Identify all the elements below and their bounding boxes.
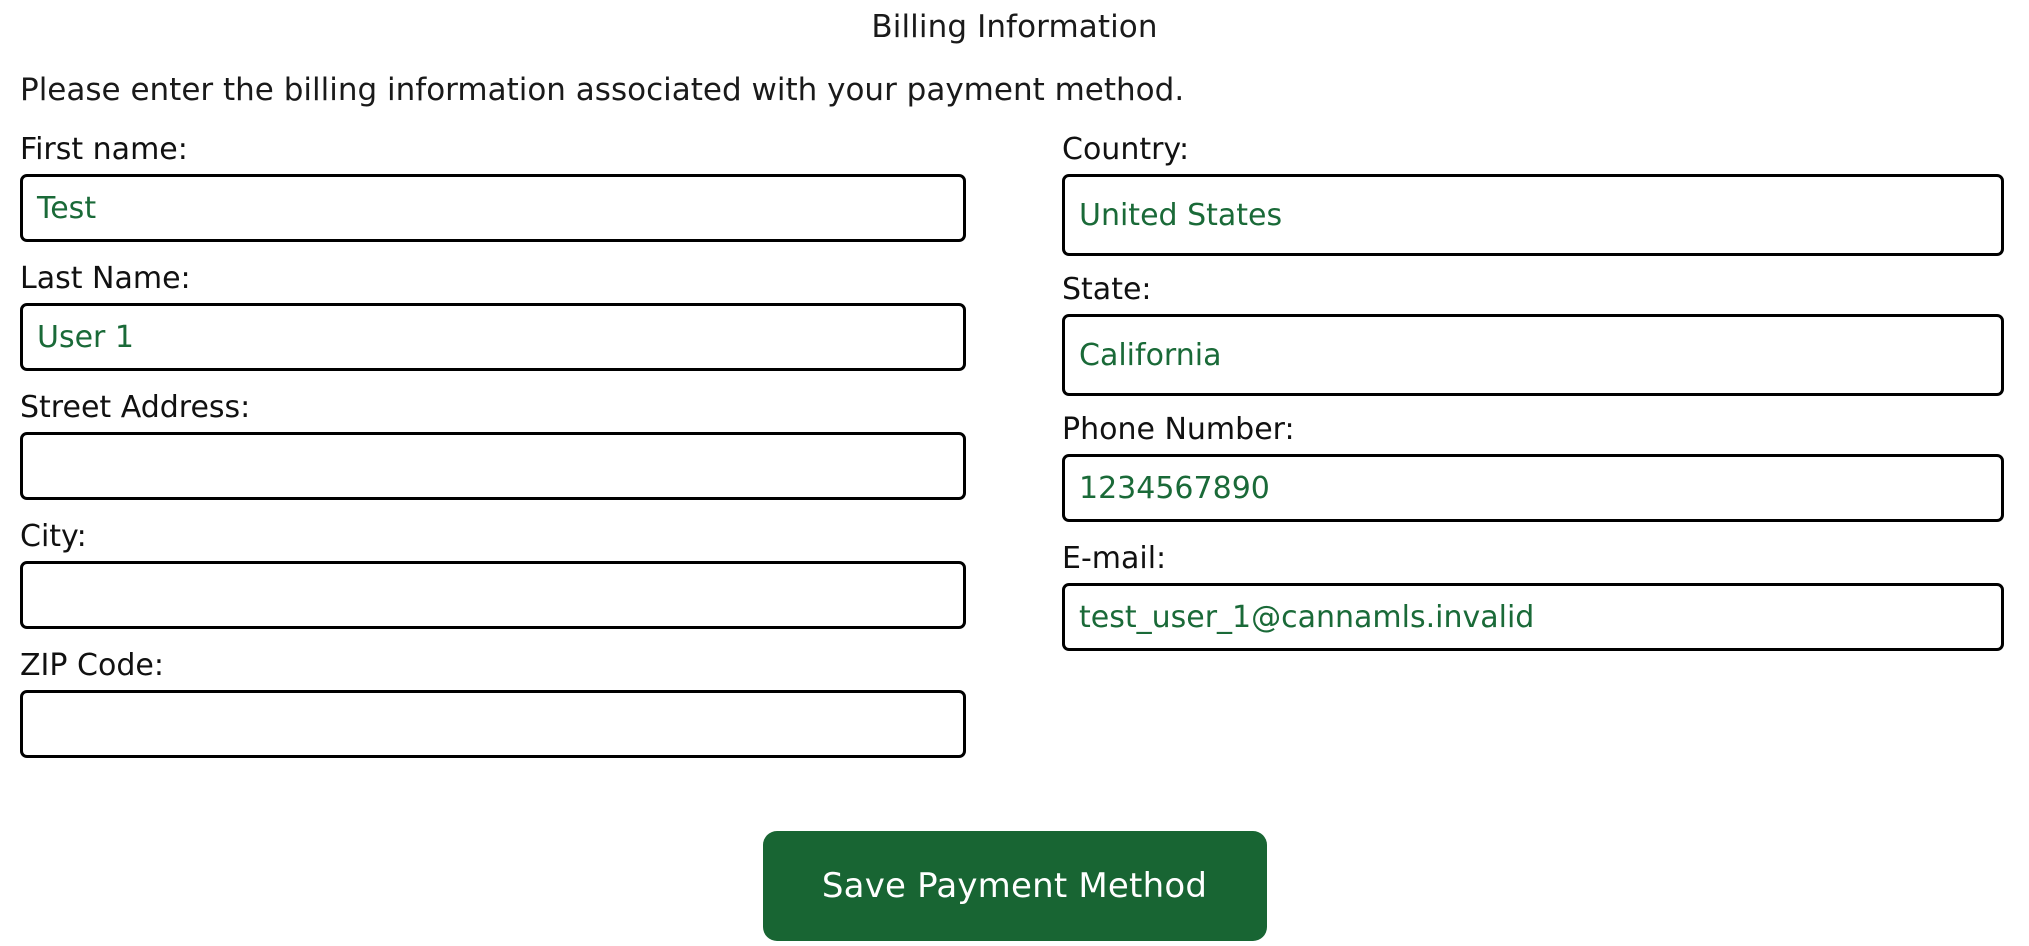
city-label: City:	[20, 519, 87, 554]
field-city: City:	[20, 517, 966, 629]
country-select[interactable]: United States	[1062, 174, 2004, 256]
city-input[interactable]	[20, 561, 966, 629]
first-name-label: First name:	[20, 132, 188, 167]
billing-information-page: Billing Information Please enter the bil…	[0, 0, 2029, 946]
save-payment-method-button[interactable]: Save Payment Method	[762, 831, 1267, 941]
last-name-label: Last Name:	[20, 261, 191, 296]
phone-number-label: Phone Number:	[1062, 412, 1295, 447]
phone-number-input[interactable]: 1234567890	[1062, 454, 2004, 522]
state-label: State:	[1062, 272, 1152, 307]
street-address-label: Street Address:	[20, 390, 251, 425]
billing-form-right-column: Country: United States State: California…	[1062, 130, 2004, 651]
zip-code-input[interactable]	[20, 690, 966, 758]
field-first-name: First name: Test	[20, 130, 966, 242]
country-label: Country:	[1062, 132, 1190, 167]
zip-code-label: ZIP Code:	[20, 648, 164, 683]
billing-form-left-column: First name: Test Last Name: User 1 Stree…	[20, 130, 966, 758]
billing-instructions-text: Please enter the billing information ass…	[20, 72, 1185, 108]
page-title: Billing Information	[871, 9, 1158, 45]
last-name-input[interactable]: User 1	[20, 303, 966, 371]
field-zip-code: ZIP Code:	[20, 646, 966, 758]
email-input[interactable]: test_user_1@cannamls.invalid	[1062, 583, 2004, 651]
field-state: State: California	[1062, 270, 2004, 396]
first-name-input[interactable]: Test	[20, 174, 966, 242]
field-email: E-mail: test_user_1@cannamls.invalid	[1062, 539, 2004, 651]
email-label: E-mail:	[1062, 541, 1167, 576]
street-address-input[interactable]	[20, 432, 966, 500]
field-phone-number: Phone Number: 1234567890	[1062, 410, 2004, 522]
field-country: Country: United States	[1062, 130, 2004, 256]
state-select[interactable]: California	[1062, 314, 2004, 396]
field-last-name: Last Name: User 1	[20, 259, 966, 371]
field-street-address: Street Address:	[20, 388, 966, 500]
